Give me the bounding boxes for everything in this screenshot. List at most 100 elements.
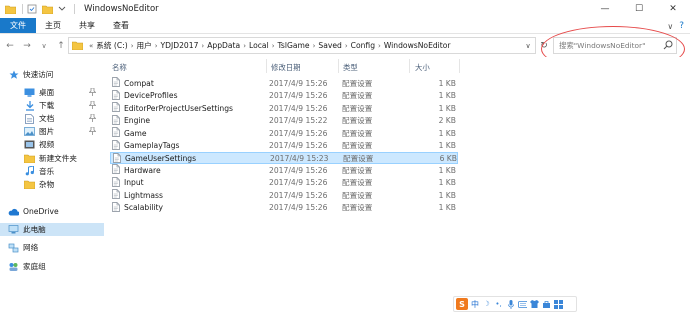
breadcrumb-separator-icon[interactable]: › xyxy=(345,42,348,50)
table-row[interactable]: Scalability 2017/4/9 15:26 配置设置 1 KB xyxy=(110,201,458,215)
search-input[interactable]: 搜索"WindowsNoEditor" xyxy=(553,37,677,54)
expand-ribbon-icon[interactable]: ∨ xyxy=(667,22,673,31)
sidebar-item-homegroup[interactable]: 家庭组 xyxy=(0,260,104,273)
keyboard-icon[interactable] xyxy=(518,300,527,309)
toolbox-icon[interactable] xyxy=(542,300,551,309)
file-type: 配置设置 xyxy=(342,91,373,101)
help-icon[interactable]: ? xyxy=(679,21,684,31)
file-date: 2017/4/9 15:26 xyxy=(269,91,328,101)
moon-icon[interactable]: ☽ xyxy=(482,300,491,309)
sidebar-item-label: 下载 xyxy=(39,101,55,111)
forward-arrow-icon[interactable]: → xyxy=(20,39,34,53)
tab-file[interactable]: 文件 xyxy=(0,18,36,33)
file-size: 1 KB xyxy=(438,128,456,138)
table-row[interactable]: Input 2017/4/9 15:26 配置设置 1 KB xyxy=(110,176,458,190)
sidebar-item-1[interactable]: 桌面 xyxy=(0,86,104,99)
sidebar-item-this-pc[interactable]: 此电脑 xyxy=(0,223,104,236)
sidebar-item-8[interactable]: 杂物 xyxy=(0,178,104,191)
breadcrumb-separator-icon[interactable]: › xyxy=(243,42,246,50)
punctuation-icon[interactable]: •, xyxy=(494,300,503,309)
file-name: GameUserSettings xyxy=(125,154,197,164)
breadcrumb-item[interactable]: Local xyxy=(249,41,269,50)
file-size: 1 KB xyxy=(438,103,456,113)
table-row[interactable]: EditorPerProjectUserSettings 2017/4/9 15:… xyxy=(110,102,458,115)
tab-share[interactable]: 共享 xyxy=(70,18,104,33)
up-arrow-icon[interactable]: ↑ xyxy=(54,39,68,53)
column-header-type[interactable]: 类型 xyxy=(343,61,358,73)
customize-chevron-icon[interactable] xyxy=(56,3,68,15)
skin-icon[interactable] xyxy=(530,300,539,309)
sidebar-item-3[interactable]: 文档 xyxy=(0,112,104,125)
breadcrumb-separator-icon[interactable]: › xyxy=(201,42,204,50)
close-button[interactable]: ✕ xyxy=(656,0,690,18)
breadcrumb-item[interactable]: Config xyxy=(351,41,375,50)
properties-icon[interactable] xyxy=(26,3,38,15)
new-folder-icon[interactable] xyxy=(41,3,53,15)
table-row[interactable]: GameplayTags 2017/4/9 15:26 配置设置 1 KB xyxy=(110,139,458,152)
sidebar-item-4[interactable]: 图片 xyxy=(0,125,104,138)
computer-icon xyxy=(8,225,19,235)
table-row[interactable]: Lightmass 2017/4/9 15:26 配置设置 1 KB xyxy=(110,189,458,202)
breadcrumb-separator-icon[interactable]: › xyxy=(155,42,158,50)
sidebar-item-6[interactable]: 新建文件夹 xyxy=(0,152,104,165)
title-bar: WindowsNoEditor — ☐ ✕ xyxy=(0,0,690,18)
sidebar-item-label: 图片 xyxy=(39,127,55,137)
address-dropdown-icon[interactable]: ∨ xyxy=(521,38,535,53)
sidebar-item-label: 杂物 xyxy=(39,179,55,189)
breadcrumb-item[interactable]: 系统 (C:) xyxy=(96,40,127,51)
pin-icon[interactable] xyxy=(88,87,97,98)
sidebar-item-onedrive[interactable]: OneDrive xyxy=(0,205,104,218)
minimize-button[interactable]: — xyxy=(588,0,622,18)
table-row[interactable]: Game 2017/4/9 15:26 配置设置 1 KB xyxy=(110,127,458,140)
table-row[interactable]: Hardware 2017/4/9 15:26 配置设置 1 KB xyxy=(110,164,458,177)
sogou-logo-icon[interactable]: S xyxy=(456,298,468,310)
breadcrumb-item[interactable]: TslGame xyxy=(278,41,310,50)
breadcrumb-item[interactable]: AppData xyxy=(207,41,240,50)
column-header-size[interactable]: 大小 xyxy=(415,61,430,73)
breadcrumb-item[interactable]: Saved xyxy=(318,41,341,50)
quick-access-header[interactable]: 快速访问 xyxy=(0,68,104,81)
column-divider[interactable] xyxy=(459,59,460,73)
folder-icon[interactable] xyxy=(4,3,16,15)
pin-icon[interactable] xyxy=(88,100,97,111)
mic-icon[interactable] xyxy=(506,299,515,309)
table-row[interactable]: Compat 2017/4/9 15:26 配置设置 1 KB xyxy=(110,77,458,90)
recent-locations-chevron-icon[interactable]: ∨ xyxy=(37,39,51,53)
column-divider[interactable] xyxy=(409,59,410,73)
breadcrumb-separator-icon[interactable]: › xyxy=(131,42,134,50)
tab-view[interactable]: 查看 xyxy=(104,18,138,33)
back-arrow-icon[interactable]: ← xyxy=(3,39,17,53)
breadcrumb-item[interactable]: 用户 xyxy=(137,40,152,51)
sidebar-item-7[interactable]: 音乐 xyxy=(0,165,104,178)
maximize-button[interactable]: ☐ xyxy=(622,0,656,18)
pin-icon[interactable] xyxy=(88,126,97,137)
column-divider[interactable] xyxy=(266,59,267,73)
breadcrumb-separator-icon[interactable]: › xyxy=(313,42,316,50)
table-row[interactable]: Engine 2017/4/9 15:22 配置设置 2 KB xyxy=(110,114,458,127)
tab-home[interactable]: 主页 xyxy=(36,18,70,33)
column-header-date[interactable]: 修改日期 xyxy=(271,61,301,73)
address-bar[interactable]: « 系统 (C:) › 用户 › YDJD2017 › AppData › Local › TslG… xyxy=(68,37,536,54)
pin-icon[interactable] xyxy=(88,113,97,124)
table-row[interactable]: GameUserSettings 2017/4/9 15:23 配置设置 6 KB xyxy=(110,151,458,165)
file-size: 1 KB xyxy=(438,78,456,88)
table-row[interactable]: DeviceProfiles 2017/4/9 15:26 配置设置 1 KB xyxy=(110,89,458,102)
ribbon-tabs: 文件 主页 共享 查看 ∨ ? xyxy=(0,18,690,34)
file-name: Game xyxy=(124,128,147,138)
sidebar-item-network[interactable]: 网络 xyxy=(0,241,104,254)
breadcrumb-separator-icon[interactable]: › xyxy=(272,42,275,50)
column-divider[interactable] xyxy=(338,59,339,73)
grid-icon[interactable] xyxy=(554,299,563,309)
overflow-crumb-icon[interactable]: « xyxy=(89,42,93,50)
sidebar-item-2[interactable]: 下载 xyxy=(0,99,104,112)
column-header-name[interactable]: 名称 xyxy=(112,61,127,73)
toolbar-divider xyxy=(74,4,75,14)
file-size: 1 KB xyxy=(438,178,456,188)
breadcrumb-item[interactable]: YDJD2017 xyxy=(161,41,199,50)
sidebar-item-5[interactable]: 视频 xyxy=(0,138,104,151)
file-size: 1 KB xyxy=(438,141,456,150)
refresh-icon[interactable]: ↻ xyxy=(537,38,551,53)
breadcrumb-item[interactable]: WindowsNoEditor xyxy=(384,41,451,50)
breadcrumb-separator-icon[interactable]: › xyxy=(378,42,381,50)
ime-mode-toggle[interactable]: 中 xyxy=(471,299,479,310)
